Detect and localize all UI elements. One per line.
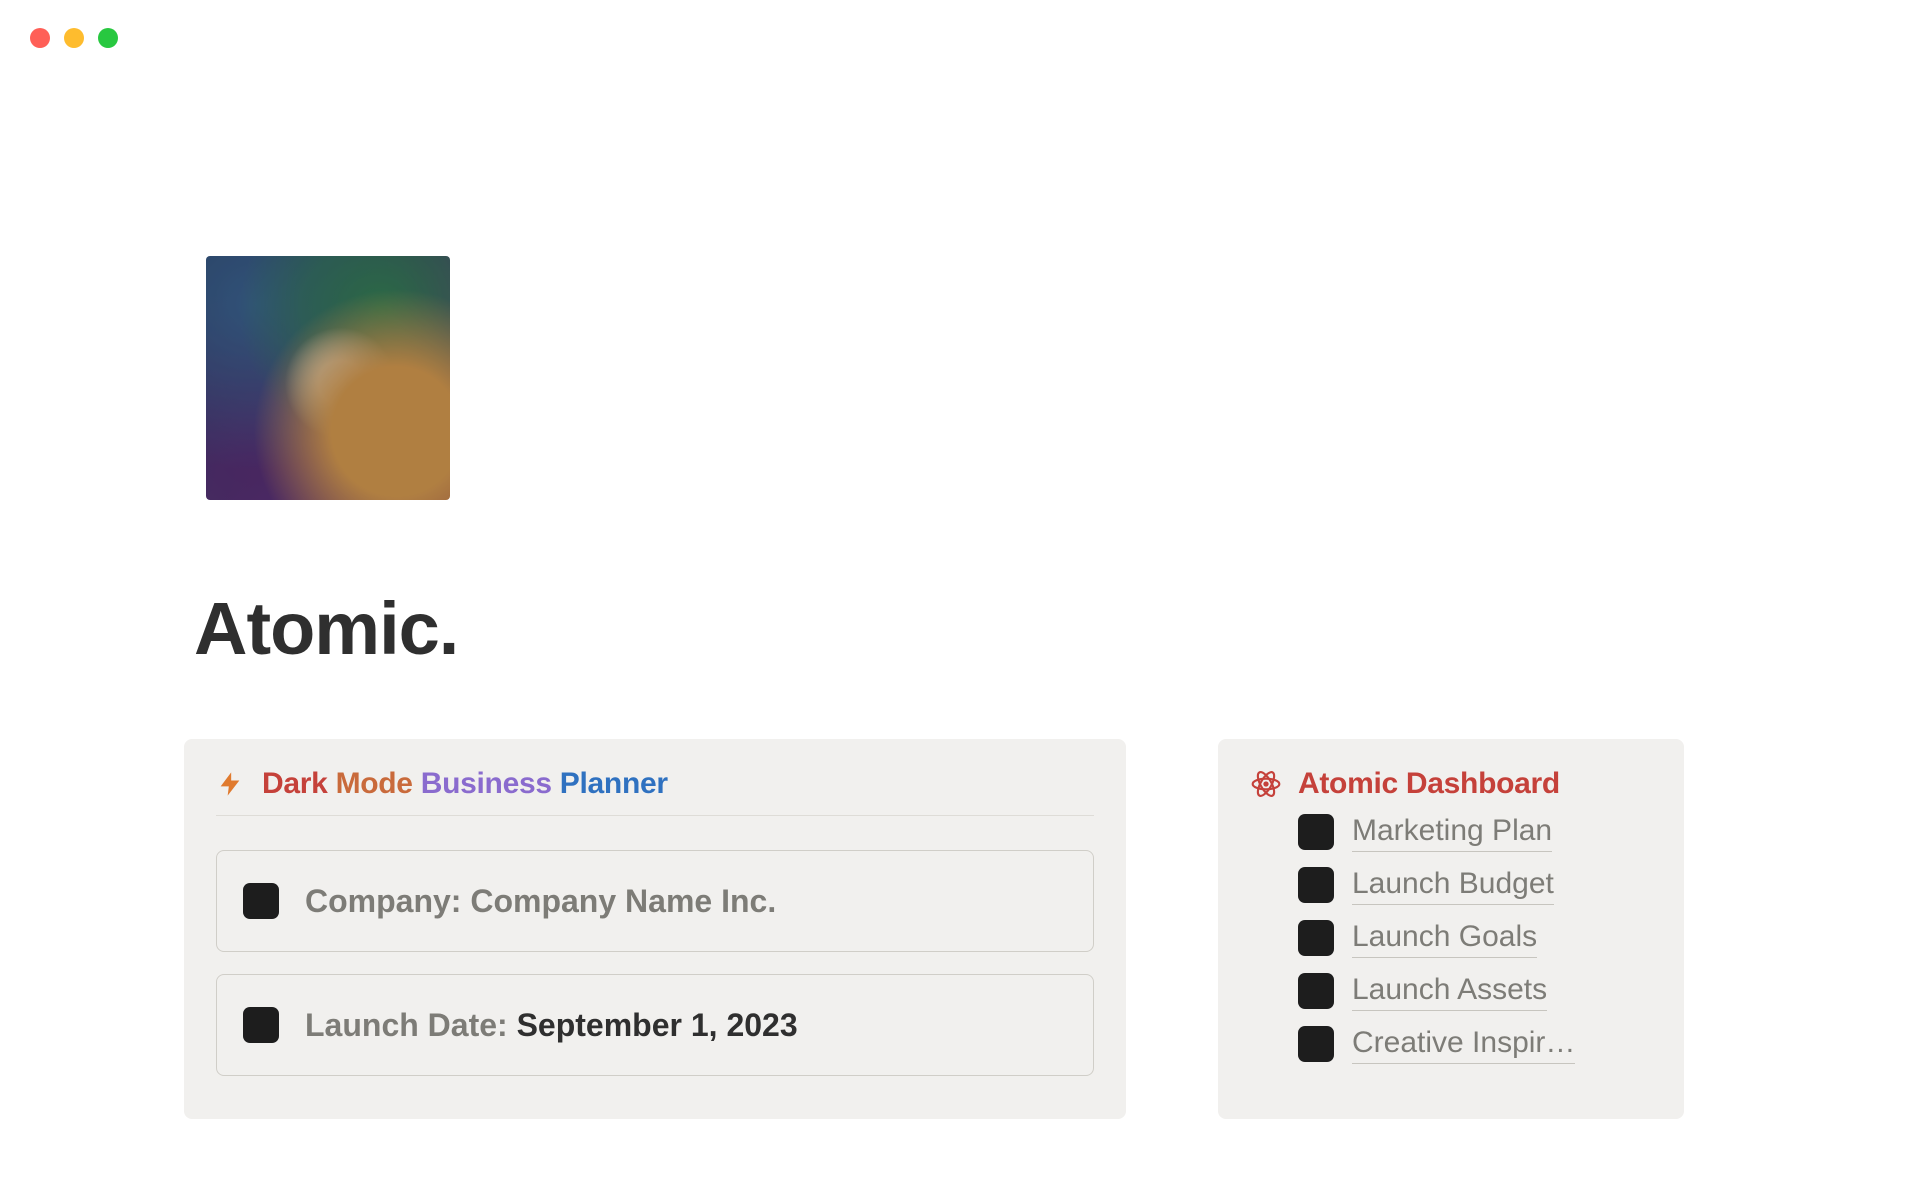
planner-header[interactable]: Dark Mode Business Planner: [216, 767, 1094, 816]
planner-title-word-4: Planner: [560, 767, 668, 800]
window-traffic-lights: [30, 28, 118, 48]
dashboard-item-label: Creative Inspir…: [1352, 1023, 1575, 1064]
dashboard-item[interactable]: Launch Goals: [1298, 917, 1652, 958]
planner-row-label: Launch Date:: [305, 1007, 508, 1043]
dashboard-card: Atomic Dashboard Marketing Plan Launch B…: [1218, 739, 1684, 1119]
dashboard-items: Marketing Plan Launch Budget Launch Goal…: [1250, 811, 1652, 1064]
window-minimize-button[interactable]: [64, 28, 84, 48]
dashboard-header[interactable]: Atomic Dashboard: [1250, 767, 1652, 801]
window-zoom-button[interactable]: [98, 28, 118, 48]
dashboard-item[interactable]: Launch Budget: [1298, 864, 1652, 905]
bolt-icon: [216, 768, 244, 800]
planner-card: Dark Mode Business Planner Company: Comp…: [184, 739, 1126, 1119]
page-title[interactable]: Atomic.: [194, 586, 458, 671]
planner-title-word-3: Business: [421, 767, 552, 800]
planner-row-launch-date[interactable]: Launch Date: September 1, 2023: [216, 974, 1094, 1076]
planner-row-text: Company: Company Name Inc.: [305, 883, 776, 920]
page-icon[interactable]: [206, 256, 450, 500]
page-icon-placeholder: [243, 1007, 279, 1043]
dashboard-item[interactable]: Creative Inspir…: [1298, 1023, 1652, 1064]
page-icon-placeholder: [1298, 920, 1334, 956]
planner-title: Dark Mode Business Planner: [262, 767, 668, 801]
dashboard-item-label: Launch Goals: [1352, 917, 1537, 958]
dashboard-title: Atomic Dashboard: [1298, 767, 1560, 801]
planner-row-label: Company:: [305, 883, 461, 919]
dashboard-item-label: Launch Assets: [1352, 970, 1547, 1011]
page-icon-placeholder: [1298, 814, 1334, 850]
dashboard-item[interactable]: Marketing Plan: [1298, 811, 1652, 852]
planner-row-company[interactable]: Company: Company Name Inc.: [216, 850, 1094, 952]
page-icon-placeholder: [1298, 973, 1334, 1009]
page-icon-placeholder: [243, 883, 279, 919]
page-icon-placeholder: [1298, 1026, 1334, 1062]
window-close-button[interactable]: [30, 28, 50, 48]
dashboard-item-label: Launch Budget: [1352, 864, 1554, 905]
planner-rows: Company: Company Name Inc. Launch Date: …: [216, 850, 1094, 1076]
planner-row-value: Company Name Inc.: [470, 883, 776, 919]
atom-icon: [1250, 768, 1282, 800]
planner-title-word-2: Mode: [336, 767, 413, 800]
planner-row-text: Launch Date: September 1, 2023: [305, 1007, 798, 1044]
dashboard-item-label: Marketing Plan: [1352, 811, 1552, 852]
planner-row-value: September 1, 2023: [517, 1007, 798, 1043]
dashboard-item[interactable]: Launch Assets: [1298, 970, 1652, 1011]
planner-title-word-1: Dark: [262, 767, 328, 800]
page-icon-placeholder: [1298, 867, 1334, 903]
